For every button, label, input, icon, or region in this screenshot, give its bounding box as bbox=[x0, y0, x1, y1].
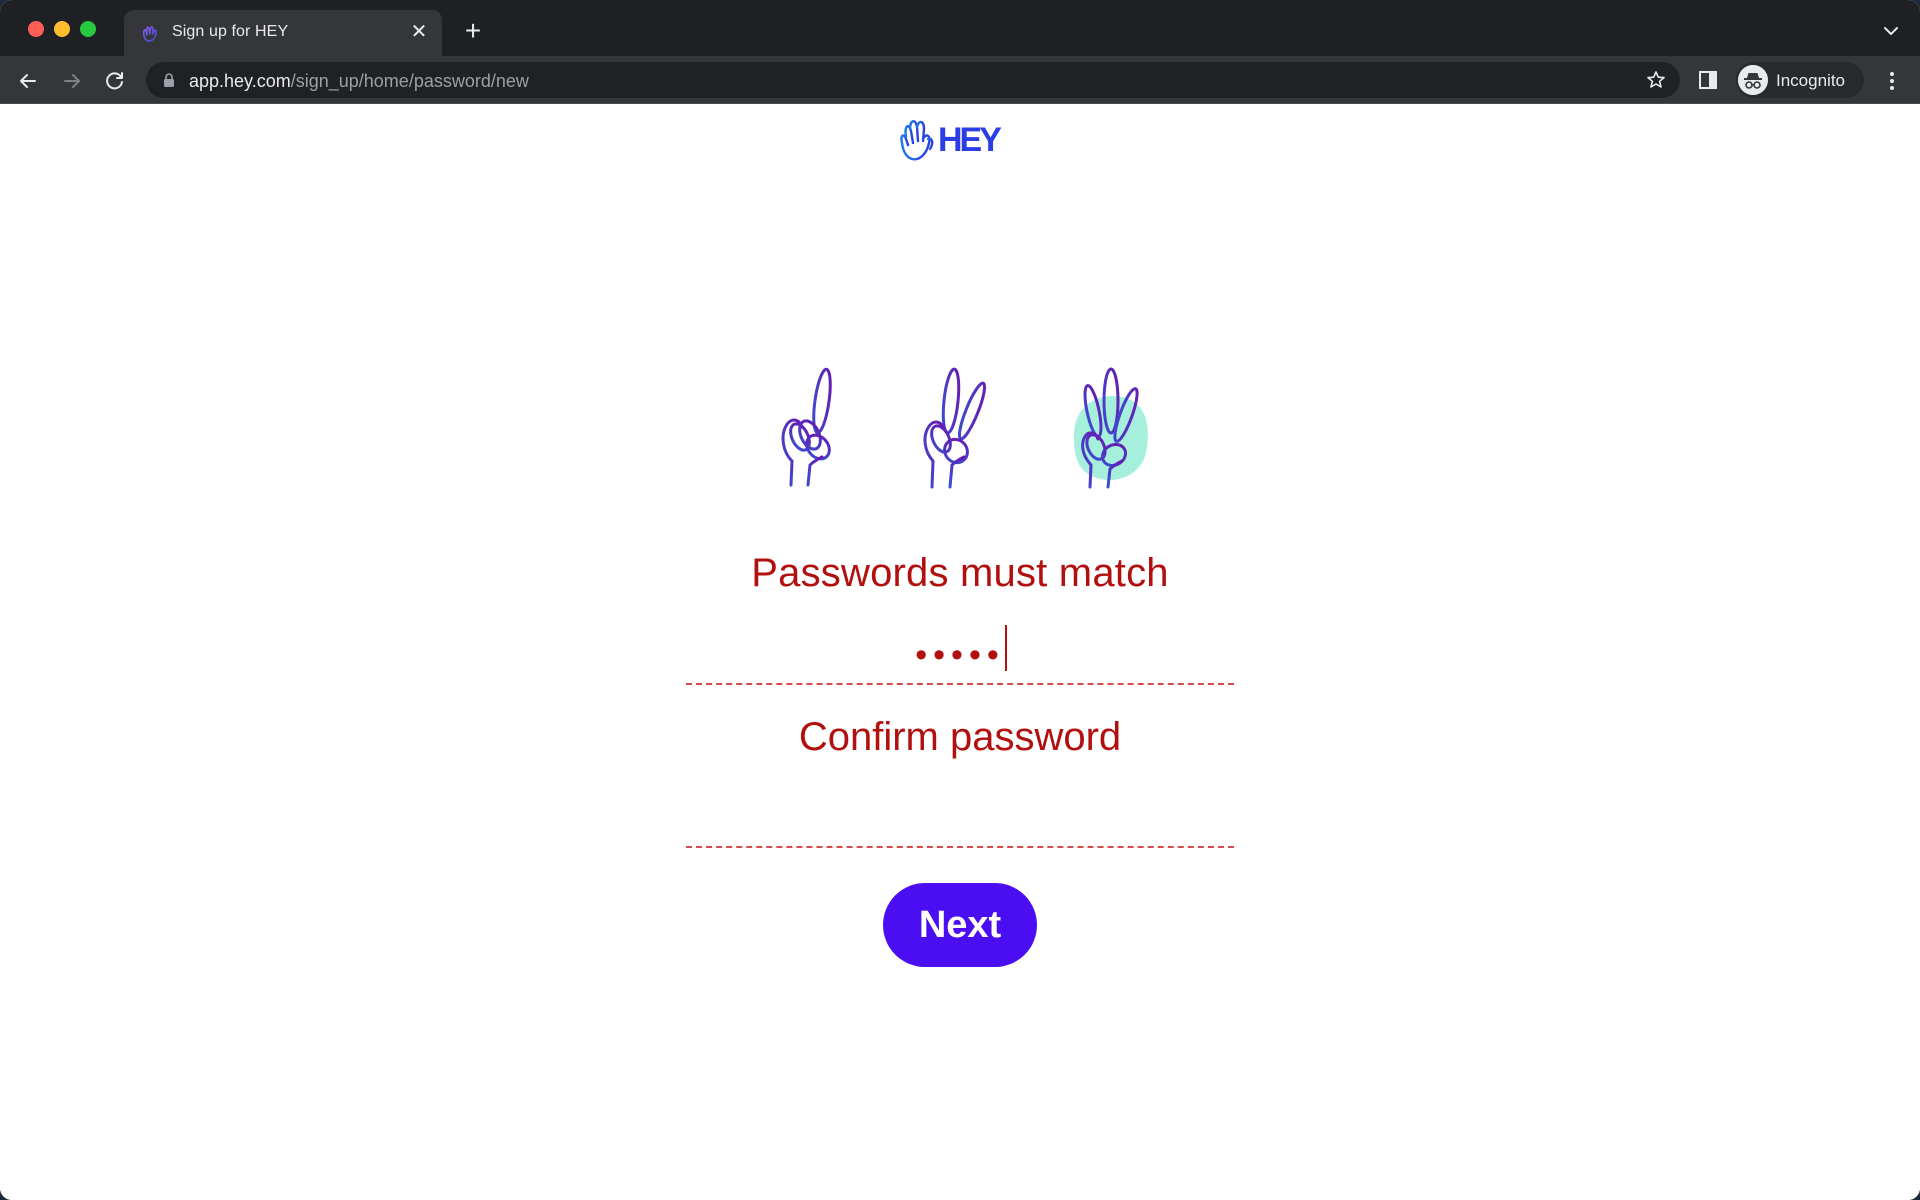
page-content: HEY Passwords must match ••••• Confirm p… bbox=[0, 105, 1920, 1200]
arrow-right-icon[interactable] bbox=[59, 68, 85, 94]
hey-logo[interactable]: HEY bbox=[898, 115, 1002, 167]
password-error-message: Passwords must match bbox=[751, 551, 1169, 595]
two-finger-hand-icon bbox=[923, 367, 987, 489]
side-panel-icon[interactable] bbox=[1698, 70, 1718, 90]
url-text[interactable]: app.hey.com/sign_up/home/password/new bbox=[189, 71, 529, 92]
logo-text: HEY bbox=[938, 121, 1002, 159]
reload-icon[interactable] bbox=[102, 68, 128, 94]
tab-strip: Sign up for HEY ✕ + bbox=[0, 0, 1920, 56]
next-button[interactable]: Next bbox=[883, 883, 1037, 967]
confirm-password-label: Confirm password bbox=[798, 715, 1122, 759]
star-icon[interactable] bbox=[1646, 70, 1666, 90]
three-finger-hand-icon-active bbox=[1074, 367, 1148, 489]
url-host: app.hey.com bbox=[189, 71, 291, 91]
text-caret bbox=[1005, 625, 1007, 671]
arrow-left-icon[interactable] bbox=[15, 68, 41, 94]
close-icon[interactable]: ✕ bbox=[408, 21, 430, 43]
tab-title: Sign up for HEY bbox=[172, 23, 289, 40]
incognito-profile-button[interactable]: Incognito bbox=[1736, 62, 1864, 98]
browser-window: Sign up for HEY ✕ + app.hey.com/sign_up/… bbox=[0, 0, 1920, 1200]
hey-hand-icon bbox=[142, 26, 157, 42]
confirm-password-input[interactable] bbox=[686, 790, 1234, 848]
url-path: /sign_up/home/password/new bbox=[290, 71, 529, 91]
password-input[interactable] bbox=[686, 627, 1234, 685]
browser-toolbar: app.hey.com/sign_up/home/password/new In… bbox=[0, 56, 1920, 104]
address-bar[interactable]: app.hey.com/sign_up/home/password/new bbox=[146, 62, 1680, 98]
lock-icon[interactable] bbox=[162, 72, 176, 88]
signup-steps bbox=[770, 367, 1170, 497]
plus-icon[interactable]: + bbox=[460, 17, 486, 45]
incognito-icon bbox=[1738, 65, 1768, 95]
kebab-menu-icon[interactable] bbox=[1882, 70, 1902, 92]
one-finger-hand-icon bbox=[781, 367, 832, 487]
chevron-down-icon[interactable] bbox=[1880, 20, 1902, 42]
incognito-label: Incognito bbox=[1776, 71, 1845, 90]
minimize-window-button[interactable] bbox=[54, 21, 70, 37]
maximize-window-button[interactable] bbox=[80, 21, 96, 37]
browser-tab-active[interactable]: Sign up for HEY ✕ bbox=[124, 10, 442, 56]
close-window-button[interactable] bbox=[28, 21, 44, 37]
